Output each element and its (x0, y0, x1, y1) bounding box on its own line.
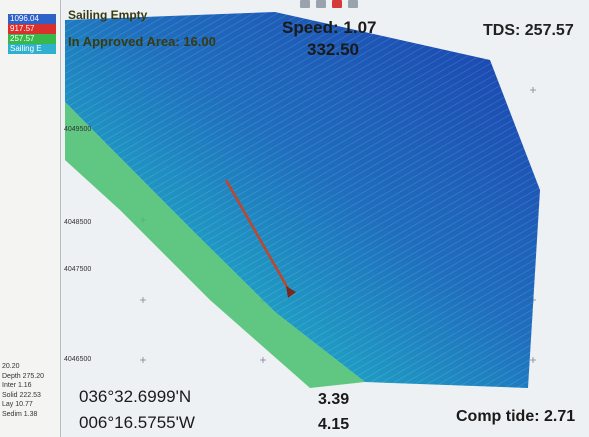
toolbar-button[interactable] (348, 0, 358, 8)
tds-readout: TDS: 257.57 (483, 22, 574, 39)
close-icon[interactable] (332, 0, 342, 8)
legend-item-1[interactable]: 1096.04 (8, 14, 56, 24)
vessel-status: Sailing Empty (68, 8, 148, 22)
legend-item-2[interactable]: 917.57 (8, 24, 56, 34)
bathymetry-canvas[interactable] (60, 0, 589, 437)
tide-readout: Comp tide: 2.71 (456, 408, 576, 425)
toolbar (300, 0, 420, 9)
bathymetry-map[interactable] (60, 0, 589, 437)
grid-label: 4049500 (64, 126, 92, 133)
stats-readout: 20.20 Depth 275.20 Inter 1.16 Solid 222.… (2, 362, 60, 419)
area-status: In Approved Area: 16.00 (68, 34, 216, 49)
toolbar-button[interactable] (316, 0, 326, 8)
survey-screen: 1096.04 917.57 257.57 Sailing E 20.20 De… (0, 0, 589, 437)
heading-readout: 332.50 (307, 40, 359, 59)
stats-row: Depth 275.20 (2, 372, 45, 380)
depth-readout: 3.39 (318, 391, 350, 408)
legend-item-4[interactable]: Sailing E (8, 44, 56, 54)
grid-label: 4046500 (64, 356, 92, 363)
grid-label: 4047500 (64, 266, 92, 273)
stats-row: Lay 10.77 (2, 401, 33, 408)
legend-panel: 1096.04 917.57 257.57 Sailing E 20.20 De… (0, 0, 61, 437)
speed-readout: Speed: 1.07 (282, 18, 377, 37)
stats-row: Inter 1.16 (2, 382, 32, 389)
stats-row: 20.20 (2, 363, 20, 370)
toolbar-button[interactable] (300, 0, 310, 8)
stats-row: Solid 222.53 (2, 391, 41, 399)
longitude-readout: 006°16.5755'W (79, 413, 195, 432)
depth-readout-secondary: 4.15 (318, 416, 350, 433)
latitude-readout: 036°32.6999'N (79, 387, 192, 406)
stats-row: Sedim 1.38 (2, 410, 38, 418)
legend-item-3[interactable]: 257.57 (8, 34, 56, 44)
grid-label: 4048500 (64, 219, 92, 226)
